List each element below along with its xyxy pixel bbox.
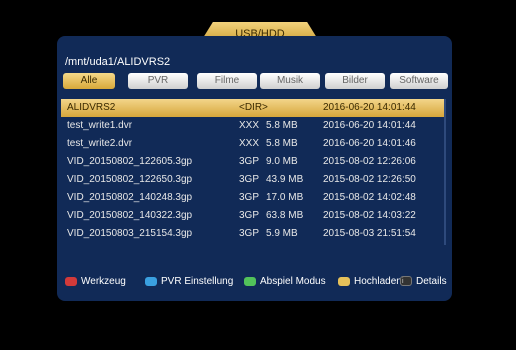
info-button-icon: i bbox=[400, 276, 412, 287]
file-name: VID_20150802_140248.3gp bbox=[67, 192, 193, 203]
list-item[interactable]: VID_20150802_122605.3gp 3GP 9.0 MB 2015-… bbox=[61, 153, 446, 171]
yellow-key-hochladen[interactable]: Hochladen bbox=[338, 274, 402, 290]
blue-key-pvr-einstellung[interactable]: PVR Einstellung bbox=[145, 274, 233, 290]
file-date: 2015-08-02 14:03:22 bbox=[323, 210, 416, 221]
tab-alle[interactable]: Alle bbox=[63, 73, 115, 89]
tab-pvr[interactable]: PVR bbox=[128, 73, 188, 89]
red-key-label: Werkzeug bbox=[81, 276, 126, 287]
file-type: XXX bbox=[239, 120, 260, 131]
file-type: 3GP bbox=[239, 156, 260, 167]
list-scrollbar[interactable] bbox=[444, 99, 446, 245]
yellow-key-label: Hochladen bbox=[354, 276, 402, 287]
file-name: VID_20150802_140322.3gp bbox=[67, 210, 193, 221]
file-type: 3GP bbox=[239, 210, 260, 221]
file-type: <DIR> bbox=[239, 102, 268, 113]
file-type: XXX bbox=[239, 138, 260, 149]
file-type: 3GP bbox=[239, 174, 260, 185]
current-path: /mnt/uda1/ALIDVRS2 bbox=[65, 56, 171, 68]
file-size: 9.0 MB bbox=[266, 156, 298, 167]
list-item[interactable]: VID_20150802_122650.3gp 3GP 43.9 MB 2015… bbox=[61, 171, 446, 189]
file-name: test_write1.dvr bbox=[67, 120, 133, 131]
file-name: VID_20150803_215154.3gp bbox=[67, 228, 193, 239]
file-date: 2015-08-02 12:26:50 bbox=[323, 174, 416, 185]
yellow-button-icon bbox=[338, 276, 350, 286]
red-button-icon bbox=[65, 276, 77, 286]
file-name: test_write2.dvr bbox=[67, 138, 133, 149]
tab-filme[interactable]: Filme bbox=[197, 73, 257, 89]
list-item[interactable]: VID_20150802_140248.3gp 3GP 17.0 MB 2015… bbox=[61, 189, 446, 207]
info-key-label: Details bbox=[416, 276, 447, 287]
list-item[interactable]: test_write2.dvr XXX 5.8 MB 2016-06-20 14… bbox=[61, 135, 446, 153]
file-date: 2015-08-02 12:26:06 bbox=[323, 156, 416, 167]
file-size: 17.0 MB bbox=[266, 192, 304, 203]
info-key-details[interactable]: i Details bbox=[400, 274, 447, 290]
list-item[interactable]: VID_20150803_215154.3gp 3GP 5.9 MB 2015-… bbox=[61, 225, 446, 243]
red-key-werkzeug[interactable]: Werkzeug bbox=[65, 274, 126, 290]
file-name: VID_20150802_122650.3gp bbox=[67, 174, 193, 185]
list-item[interactable]: ALIDVRS2 <DIR> 2016-06-20 14:01:44 bbox=[61, 99, 446, 117]
tab-bilder[interactable]: Bilder bbox=[325, 73, 385, 89]
file-size: 5.8 MB bbox=[266, 138, 298, 149]
footer-legend: Werkzeug PVR Einstellung Abspiel Modus H… bbox=[57, 274, 452, 292]
list-item[interactable]: VID_20150802_140322.3gp 3GP 63.8 MB 2015… bbox=[61, 207, 446, 225]
file-size: 63.8 MB bbox=[266, 210, 304, 221]
blue-button-icon bbox=[145, 276, 157, 286]
file-date: 2015-08-03 21:51:54 bbox=[323, 228, 416, 239]
file-type: 3GP bbox=[239, 192, 260, 203]
filter-tabs: Alle PVR Filme Musik Bilder Software bbox=[61, 73, 450, 91]
green-key-label: Abspiel Modus bbox=[260, 276, 326, 287]
file-type: 3GP bbox=[239, 228, 260, 239]
list-item[interactable]: test_write1.dvr XXX 5.8 MB 2016-06-20 14… bbox=[61, 117, 446, 135]
file-date: 2016-06-20 14:01:44 bbox=[323, 102, 416, 113]
blue-key-label: PVR Einstellung bbox=[161, 276, 234, 287]
file-date: 2016-06-20 14:01:46 bbox=[323, 138, 416, 149]
file-name: ALIDVRS2 bbox=[67, 102, 116, 113]
tab-musik[interactable]: Musik bbox=[260, 73, 320, 89]
file-size: 5.8 MB bbox=[266, 120, 298, 131]
file-size: 5.9 MB bbox=[266, 228, 298, 239]
file-name: VID_20150802_122605.3gp bbox=[67, 156, 193, 167]
file-date: 2015-08-02 14:02:48 bbox=[323, 192, 416, 203]
green-button-icon bbox=[244, 276, 256, 286]
tab-software[interactable]: Software bbox=[390, 73, 448, 89]
file-date: 2016-06-20 14:01:44 bbox=[323, 120, 416, 131]
file-size: 43.9 MB bbox=[266, 174, 304, 185]
file-browser-panel: /mnt/uda1/ALIDVRS2 Alle PVR Filme Musik … bbox=[57, 36, 452, 301]
green-key-abspiel-modus[interactable]: Abspiel Modus bbox=[244, 274, 326, 290]
